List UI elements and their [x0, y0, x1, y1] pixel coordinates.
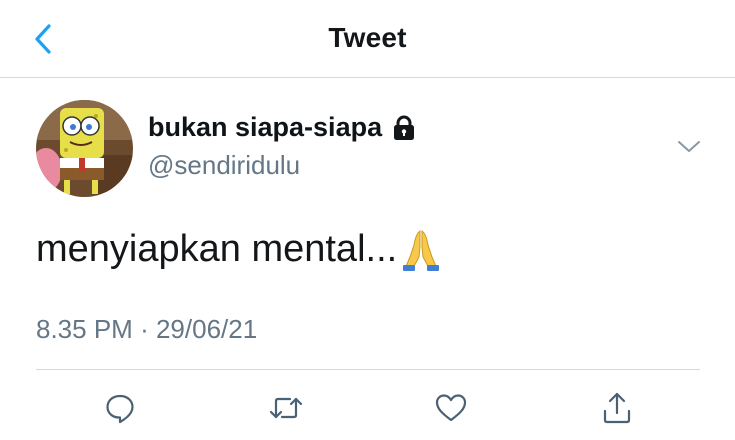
avatar[interactable] [36, 100, 133, 197]
timestamp-separator: · [140, 314, 149, 344]
tweet-body: menyiapkan mental... [36, 227, 443, 271]
username[interactable]: @sendiridulu [148, 150, 300, 181]
lock-icon [392, 115, 416, 141]
display-name[interactable]: bukan siapa-siapa [148, 112, 382, 143]
page-title: Tweet [328, 22, 407, 53]
folded-hands-icon [399, 227, 443, 271]
tweet-date: 29/06/21 [155, 314, 258, 344]
retweet-icon [269, 397, 303, 419]
share-icon [603, 392, 631, 424]
heart-icon [435, 394, 467, 422]
tweet-time: 8.35 PM [36, 314, 133, 344]
author-row: bukan siapa-siapa [148, 112, 416, 143]
more-options-button[interactable] [676, 136, 702, 158]
reply-button[interactable] [102, 390, 138, 426]
like-button[interactable] [433, 390, 469, 426]
navigation-header: Tweet [0, 0, 735, 78]
speech-bubble-icon [106, 394, 134, 424]
profile-picture [36, 100, 133, 197]
retweet-button[interactable] [268, 390, 304, 426]
divider [36, 369, 700, 370]
chevron-down-icon [678, 141, 700, 152]
tweet-timestamp: 8.35 PM · 29/06/21 [36, 314, 257, 345]
share-button[interactable] [599, 390, 635, 426]
tweet-text: menyiapkan mental... [36, 227, 398, 270]
